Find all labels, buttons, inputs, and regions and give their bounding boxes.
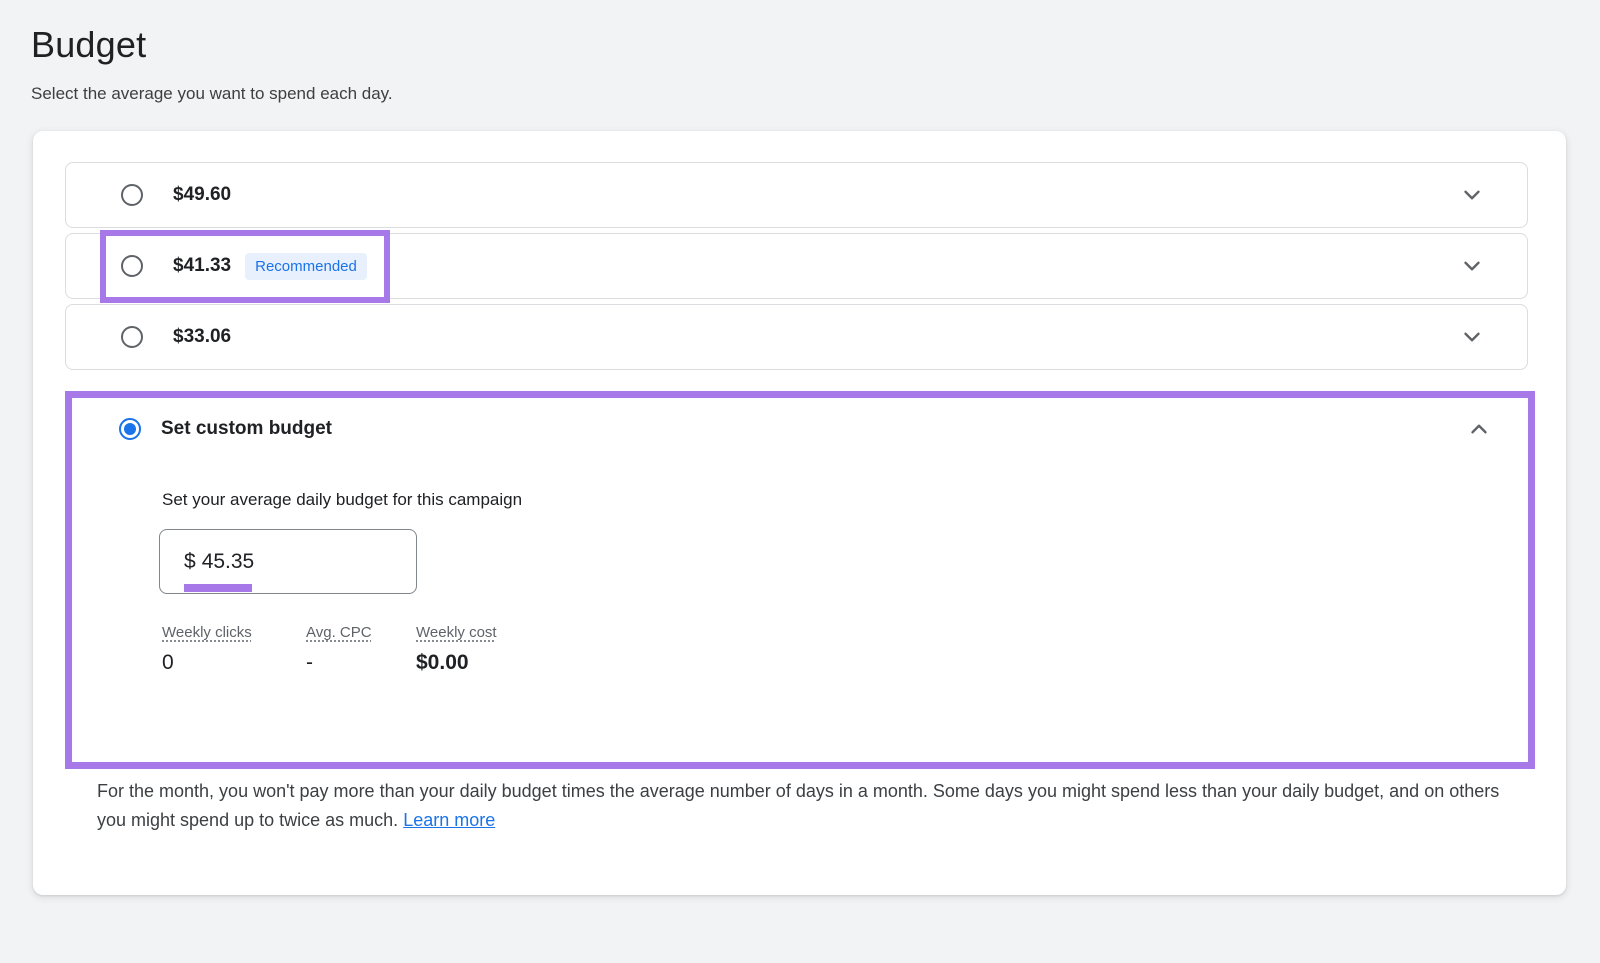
budget-stats-row: Weekly clicks 0 Avg. CPC - Weekly cost $… [162,624,1528,675]
stat-label-tooltip[interactable]: Weekly clicks [162,624,252,641]
stat-value: - [306,651,313,674]
budget-option-2-recommended[interactable]: $41.33 Recommended [65,233,1528,299]
option-price: $33.06 [173,326,232,347]
stat-value: $0.00 [416,651,469,674]
radio-unselected-icon[interactable] [121,184,143,206]
budget-amount-input[interactable] [201,549,372,574]
footer-text: For the month, you won't pay more than y… [97,781,1500,830]
stat-value: 0 [162,651,174,674]
page-header: Budget Select the average you want to sp… [31,24,1600,104]
budget-option-3[interactable]: $33.06 [65,304,1528,370]
page-title: Budget [31,24,147,65]
option-price: $41.33 [173,255,232,276]
annotation-underline-amount [184,584,252,592]
budget-amount-field[interactable]: $ [159,529,417,594]
stat-label-tooltip[interactable]: Weekly cost [416,624,497,641]
chevron-down-icon[interactable] [1459,324,1485,350]
learn-more-link[interactable]: Learn more [403,810,495,830]
recommended-badge: Recommended [245,252,367,280]
stat-weekly-clicks: Weekly clicks 0 [162,624,306,675]
custom-budget-section: Set custom budget Set your average daily… [65,391,1535,769]
radio-unselected-icon[interactable] [121,326,143,348]
budget-footer-note: For the month, you won't pay more than y… [97,777,1529,835]
budget-card: $49.60 $41.33 Recommended $33.06 Set cus… [33,131,1566,895]
currency-symbol: $ [184,549,196,573]
stat-avg-cpc: Avg. CPC - [306,624,416,675]
option-price: $49.60 [173,184,232,205]
chevron-down-icon[interactable] [1459,182,1485,208]
radio-selected-icon[interactable] [119,418,141,440]
stat-weekly-cost: Weekly cost $0.00 [416,624,497,675]
custom-budget-body: Set your average daily budget for this c… [72,490,1528,675]
budget-option-1[interactable]: $49.60 [65,162,1528,228]
page-subtitle: Select the average you want to spend eac… [31,84,393,103]
daily-budget-field-label: Set your average daily budget for this c… [162,490,523,509]
radio-unselected-icon[interactable] [121,255,143,277]
chevron-down-icon[interactable] [1459,253,1485,279]
stat-label-tooltip[interactable]: Avg. CPC [306,624,372,641]
custom-budget-header[interactable]: Set custom budget [72,398,1528,442]
chevron-up-icon[interactable] [1466,416,1492,442]
custom-budget-title: Set custom budget [161,418,333,439]
